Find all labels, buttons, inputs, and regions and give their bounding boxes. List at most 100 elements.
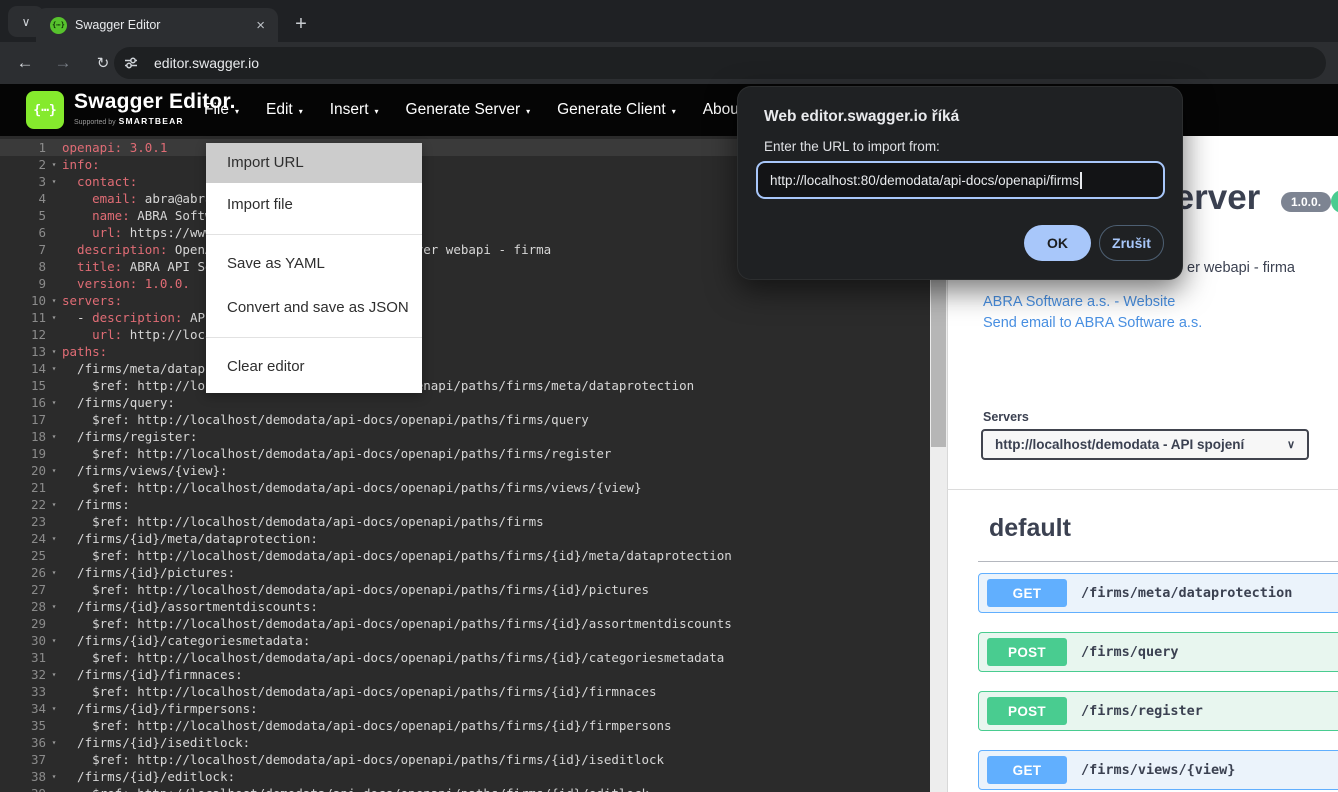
editor-line[interactable]: 17 $ref: http://localhost/demodata/api-d… bbox=[0, 411, 930, 428]
section-divider bbox=[947, 489, 1338, 490]
editor-line[interactable]: 29 $ref: http://localhost/demodata/api-d… bbox=[0, 615, 930, 632]
fold-arrow-icon[interactable]: ▾ bbox=[46, 156, 62, 173]
line-number: 5 bbox=[0, 207, 46, 224]
ok-button[interactable]: OK bbox=[1024, 225, 1091, 261]
fold-arrow-icon[interactable]: ▾ bbox=[46, 700, 62, 717]
fold-arrow-icon[interactable]: ▾ bbox=[46, 564, 62, 581]
editor-line[interactable]: 26▾ /firms/{id}/pictures: bbox=[0, 564, 930, 581]
browser-tab[interactable]: {⋯} Swagger Editor × bbox=[36, 8, 278, 42]
url-input[interactable]: http://localhost:80/demodata/api-docs/op… bbox=[756, 161, 1165, 199]
editor-line[interactable]: 11▾ - description: API spojení bbox=[0, 309, 930, 326]
fold-spacer bbox=[46, 139, 62, 156]
endpoint-row-get-/firms/views/{view}[interactable]: GET/firms/views/{view} bbox=[978, 750, 1338, 790]
line-number: 34 bbox=[0, 700, 46, 717]
file-menu-item-clear-editor[interactable]: Clear editor bbox=[206, 345, 422, 389]
website-link[interactable]: ABRA Software a.s. - Website bbox=[983, 294, 1175, 310]
editor-line[interactable]: 36▾ /firms/{id}/iseditlock: bbox=[0, 734, 930, 751]
menu-label: Edit bbox=[266, 101, 293, 119]
fold-spacer bbox=[46, 751, 62, 768]
editor-line[interactable]: 10▾servers: bbox=[0, 292, 930, 309]
editor-line[interactable]: 28▾ /firms/{id}/assortmentdiscounts: bbox=[0, 598, 930, 615]
code-text: openapi: 3.0.1 bbox=[62, 139, 167, 156]
forward-icon[interactable]: → bbox=[46, 42, 80, 84]
browser-tab-strip: ∨ {⋯} Swagger Editor × + bbox=[0, 0, 1338, 42]
fold-arrow-icon[interactable]: ▾ bbox=[46, 309, 62, 326]
method-badge: GET bbox=[987, 756, 1067, 784]
code-text: /firms/views/{view}: bbox=[62, 462, 228, 479]
endpoint-row-post-/firms/query[interactable]: POST/firms/query bbox=[978, 632, 1338, 672]
code-text: $ref: http://localhost/demodata/api-docs… bbox=[62, 513, 544, 530]
line-number: 16 bbox=[0, 394, 46, 411]
endpoint-row-post-/firms/register[interactable]: POST/firms/register bbox=[978, 691, 1338, 731]
editor-line[interactable]: 34▾ /firms/{id}/firmpersons: bbox=[0, 700, 930, 717]
line-number: 36 bbox=[0, 734, 46, 751]
editor-line[interactable]: 38▾ /firms/{id}/editlock: bbox=[0, 768, 930, 785]
servers-label: Servers bbox=[983, 410, 1029, 424]
fold-arrow-icon[interactable]: ▾ bbox=[46, 428, 62, 445]
cancel-button[interactable]: Zrušit bbox=[1099, 225, 1164, 261]
line-number: 30 bbox=[0, 632, 46, 649]
editor-line[interactable]: 20▾ /firms/views/{view}: bbox=[0, 462, 930, 479]
file-menu-item-import-file[interactable]: Import file bbox=[206, 183, 422, 227]
fold-arrow-icon[interactable]: ▾ bbox=[46, 343, 62, 360]
close-tab-icon[interactable]: × bbox=[251, 17, 270, 34]
editor-line[interactable]: 23 $ref: http://localhost/demodata/api-d… bbox=[0, 513, 930, 530]
editor-line[interactable]: 39 $ref: http://localhost/demodata/api-d… bbox=[0, 785, 930, 792]
menu-generate-server[interactable]: Generate Server ▾ bbox=[406, 101, 531, 119]
fold-spacer bbox=[46, 581, 62, 598]
api-description: er webapi - firma bbox=[1187, 260, 1295, 276]
fold-arrow-icon[interactable]: ▾ bbox=[46, 292, 62, 309]
fold-arrow-icon[interactable]: ▾ bbox=[46, 768, 62, 785]
menu-bar: File▾Edit▾Insert▾Generate Server▾Generat… bbox=[204, 84, 753, 136]
line-number: 18 bbox=[0, 428, 46, 445]
server-select[interactable]: http://localhost/demodata - API spojení … bbox=[981, 429, 1309, 460]
fold-arrow-icon[interactable]: ▾ bbox=[46, 173, 62, 190]
file-menu-item-convert-and-save-as-json[interactable]: Convert and save as JSON bbox=[206, 286, 422, 330]
editor-line[interactable]: 37 $ref: http://localhost/demodata/api-d… bbox=[0, 751, 930, 768]
caret-down-icon: ▾ bbox=[526, 107, 530, 116]
editor-line[interactable]: 33 $ref: http://localhost/demodata/api-d… bbox=[0, 683, 930, 700]
editor-line[interactable]: 30▾ /firms/{id}/categoriesmetadata: bbox=[0, 632, 930, 649]
fold-arrow-icon[interactable]: ▾ bbox=[46, 394, 62, 411]
editor-line[interactable]: 15 $ref: http://localhost/demodata/api-d… bbox=[0, 377, 930, 394]
fold-arrow-icon[interactable]: ▾ bbox=[46, 530, 62, 547]
file-menu-item-save-as-yaml[interactable]: Save as YAML bbox=[206, 242, 422, 286]
editor-line[interactable]: 35 $ref: http://localhost/demodata/api-d… bbox=[0, 717, 930, 734]
address-bar[interactable]: editor.swagger.io bbox=[114, 47, 1326, 79]
editor-line[interactable]: 14▾ /firms/meta/dataprotection: bbox=[0, 360, 930, 377]
editor-line[interactable]: 18▾ /firms/register: bbox=[0, 428, 930, 445]
menu-label: Generate Server bbox=[406, 101, 521, 119]
menu-insert[interactable]: Insert▾ bbox=[330, 101, 379, 119]
editor-line[interactable]: 31 $ref: http://localhost/demodata/api-d… bbox=[0, 649, 930, 666]
fold-arrow-icon[interactable]: ▾ bbox=[46, 632, 62, 649]
menu-file[interactable]: File▾ bbox=[204, 101, 239, 119]
code-text: /firms: bbox=[62, 496, 130, 513]
editor-line[interactable]: 27 $ref: http://localhost/demodata/api-d… bbox=[0, 581, 930, 598]
menu-generate-client[interactable]: Generate Client▾ bbox=[557, 101, 676, 119]
email-link[interactable]: Send email to ABRA Software a.s. bbox=[983, 315, 1202, 331]
editor-line[interactable]: 21 $ref: http://localhost/demodata/api-d… bbox=[0, 479, 930, 496]
menu-edit[interactable]: Edit▾ bbox=[266, 101, 303, 119]
editor-line[interactable]: 22▾ /firms: bbox=[0, 496, 930, 513]
editor-line[interactable]: 32▾ /firms/{id}/firmnaces: bbox=[0, 666, 930, 683]
fold-arrow-icon[interactable]: ▾ bbox=[46, 462, 62, 479]
endpoint-row-get-/firms/meta/dataprotection[interactable]: GET/firms/meta/dataprotection bbox=[978, 573, 1338, 613]
file-menu-item-import-url[interactable]: Import URL bbox=[206, 143, 422, 183]
back-icon[interactable]: ← bbox=[8, 42, 42, 84]
fold-arrow-icon[interactable]: ▾ bbox=[46, 734, 62, 751]
site-info-icon[interactable] bbox=[118, 50, 144, 76]
editor-line[interactable]: 25 $ref: http://localhost/demodata/api-d… bbox=[0, 547, 930, 564]
new-tab-button[interactable]: + bbox=[286, 9, 316, 39]
editor-line[interactable]: 16▾ /firms/query: bbox=[0, 394, 930, 411]
line-number: 27 bbox=[0, 581, 46, 598]
editor-line[interactable]: 13▾paths: bbox=[0, 343, 930, 360]
editor-line[interactable]: 12 url: http://localhost/demodata bbox=[0, 326, 930, 343]
fold-spacer bbox=[46, 377, 62, 394]
fold-arrow-icon[interactable]: ▾ bbox=[46, 666, 62, 683]
editor-line[interactable]: 19 $ref: http://localhost/demodata/api-d… bbox=[0, 445, 930, 462]
fold-arrow-icon[interactable]: ▾ bbox=[46, 598, 62, 615]
fold-arrow-icon[interactable]: ▾ bbox=[46, 496, 62, 513]
caret-down-icon: ▾ bbox=[672, 107, 676, 116]
editor-line[interactable]: 24▾ /firms/{id}/meta/dataprotection: bbox=[0, 530, 930, 547]
fold-arrow-icon[interactable]: ▾ bbox=[46, 360, 62, 377]
